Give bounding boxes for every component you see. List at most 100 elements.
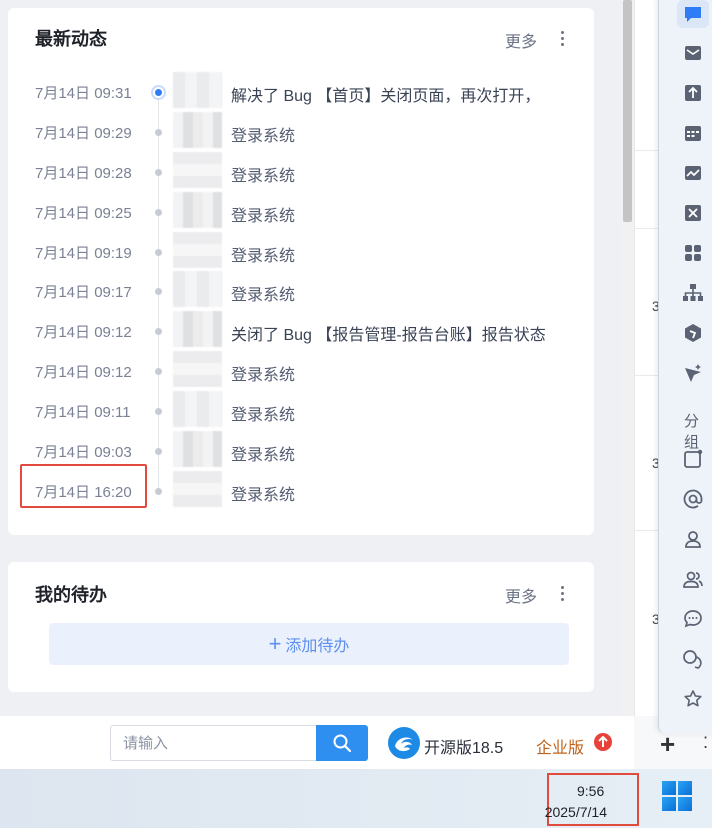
timeline-text[interactable]: 登录系统 — [231, 202, 295, 226]
timeline-dot — [155, 249, 162, 256]
timeline-time: 7月14日 09:28 — [35, 165, 132, 182]
blurred-username — [173, 311, 222, 347]
blurred-username — [173, 351, 222, 387]
blurred-username — [173, 152, 222, 188]
add-todo-label: 添加待办 — [285, 638, 350, 655]
divider — [634, 375, 658, 376]
timeline-dot — [155, 169, 162, 176]
search-input[interactable] — [110, 725, 316, 761]
comment-icon[interactable] — [680, 606, 706, 632]
timeline-row: 7月14日 09:25 登录系统 — [8, 192, 594, 228]
timeline-time: 7月14日 09:12 — [35, 324, 132, 341]
conversation-icon[interactable] — [680, 646, 706, 672]
windows-start-icon[interactable] — [662, 781, 692, 811]
timeline-text[interactable]: 登录系统 — [231, 401, 295, 425]
timeline-dot — [155, 288, 162, 295]
cube-icon[interactable] — [680, 320, 706, 346]
clock-time[interactable]: 9:56 — [577, 783, 604, 799]
timeline-row: 7月14日 09:31 解决了 Bug 【首页】关闭页面，再次打开， — [8, 72, 594, 108]
blurred-username — [173, 471, 222, 507]
right-content-strip — [634, 0, 658, 716]
timeline-text[interactable]: 关闭了 Bug 【报告管理-报告台账】报告状态 — [231, 321, 546, 345]
todo-kebab-icon[interactable] — [552, 581, 572, 605]
timeline-text[interactable]: 登录系统 — [231, 281, 295, 305]
search-icon — [333, 734, 352, 753]
todo-more-link[interactable]: 更多 — [505, 583, 537, 607]
mail-icon[interactable] — [680, 40, 706, 66]
bottom-bar: 开源版18.5 企业版 — [0, 716, 634, 769]
scrollbar-thumb[interactable] — [623, 0, 632, 222]
blurred-username — [173, 271, 222, 307]
todo-title: 我的待办 — [35, 585, 107, 605]
timeline-dot — [155, 368, 162, 375]
timeline-time: 7月14日 09:25 — [35, 205, 132, 222]
blurred-username — [173, 192, 222, 228]
timeline-time: 7月14日 09:11 — [35, 404, 131, 421]
more-icon[interactable]: ⁚ — [703, 733, 708, 753]
divider — [634, 228, 658, 229]
timeline-row: 7月14日 09:19 登录系统 — [8, 232, 594, 268]
timeline-text[interactable]: 登录系统 — [231, 242, 295, 266]
timeline-dot — [155, 328, 162, 335]
plus-icon: + — [268, 631, 282, 656]
crop-icon[interactable] — [680, 200, 706, 226]
enterprise-link[interactable]: 企业版 — [536, 734, 584, 758]
sparkle-icon[interactable] — [680, 360, 706, 386]
at-icon[interactable] — [680, 486, 706, 512]
timeline-time: 7月14日 09:12 — [35, 364, 132, 381]
timeline-time: 7月14日 09:03 — [35, 444, 132, 461]
blurred-username — [173, 112, 222, 148]
timeline-row: 7月14日 09:12 关闭了 Bug 【报告管理-报告台账】报告状态 — [8, 311, 594, 347]
divider — [634, 530, 658, 531]
add-todo-button[interactable]: + 添加待办 — [49, 623, 569, 665]
timeline-row: 7月14日 09:28 登录系统 — [8, 152, 594, 188]
timeline-time: 7月14日 09:19 — [35, 245, 132, 262]
clock-date[interactable]: 2025/7/14 — [535, 804, 607, 820]
timeline-text[interactable]: 登录系统 — [231, 361, 295, 385]
timeline-dot — [155, 488, 162, 495]
activity-title: 最新动态 — [35, 29, 107, 49]
calendar-icon[interactable] — [680, 120, 706, 146]
activity-kebab-icon[interactable] — [552, 26, 572, 50]
apps-icon[interactable] — [680, 240, 706, 266]
blurred-username — [173, 232, 222, 268]
timeline-text[interactable]: 登录系统 — [231, 162, 295, 186]
chat-icon[interactable] — [677, 0, 709, 28]
user-icon[interactable] — [680, 526, 706, 552]
timeline-time: 7月14日 09:17 — [35, 284, 132, 301]
square-icon[interactable] — [680, 446, 706, 472]
timeline-dot — [155, 129, 162, 136]
timeline-time: 7月14日 09:29 — [35, 125, 132, 142]
add-icon[interactable]: + — [660, 729, 675, 760]
todo-card: 我的待办 更多 + 添加待办 — [8, 562, 594, 692]
highlight-box — [20, 464, 147, 508]
timeline-dot — [155, 408, 162, 415]
upload-icon[interactable] — [680, 80, 706, 106]
blurred-username — [173, 431, 222, 467]
activity-more-link[interactable]: 更多 — [505, 28, 537, 52]
timeline-text[interactable]: 登录系统 — [231, 441, 295, 465]
star-icon[interactable] — [680, 686, 706, 712]
timeline-row: 7月14日 09:03 登录系统 — [8, 431, 594, 467]
timeline-row: 7月14日 09:29 登录系统 — [8, 112, 594, 148]
timeline-row: 7月14日 09:17 登录系统 — [8, 271, 594, 307]
activity-card: 最新动态 更多 7月14日 09:31 解决了 Bug 【首页】关闭页面，再次打开… — [8, 8, 594, 535]
timeline-text[interactable]: 登录系统 — [231, 481, 295, 505]
edition-label: 开源版18.5 — [424, 740, 504, 757]
blurred-username — [173, 391, 222, 427]
timeline-dot — [151, 85, 166, 100]
timeline-dot — [155, 209, 162, 216]
blurred-username — [173, 72, 222, 108]
chart-icon[interactable] — [680, 160, 706, 186]
zentao-logo-icon — [387, 726, 421, 760]
main-area: 最新动态 更多 7月14日 09:31 解决了 Bug 【首页】关闭页面，再次打开… — [0, 0, 634, 716]
timeline-row: 7月14日 09:12 登录系统 — [8, 351, 594, 387]
upgrade-arrow-icon[interactable] — [594, 733, 612, 751]
org-chart-icon[interactable] — [680, 280, 706, 306]
timeline-text[interactable]: 登录系统 — [231, 122, 295, 146]
timeline-text[interactable]: 解决了 Bug 【首页】关闭页面，再次打开， — [231, 82, 540, 106]
timeline-time: 7月14日 09:31 — [35, 85, 132, 102]
divider — [634, 150, 658, 151]
users-icon[interactable] — [680, 566, 706, 592]
search-button[interactable] — [316, 725, 368, 761]
